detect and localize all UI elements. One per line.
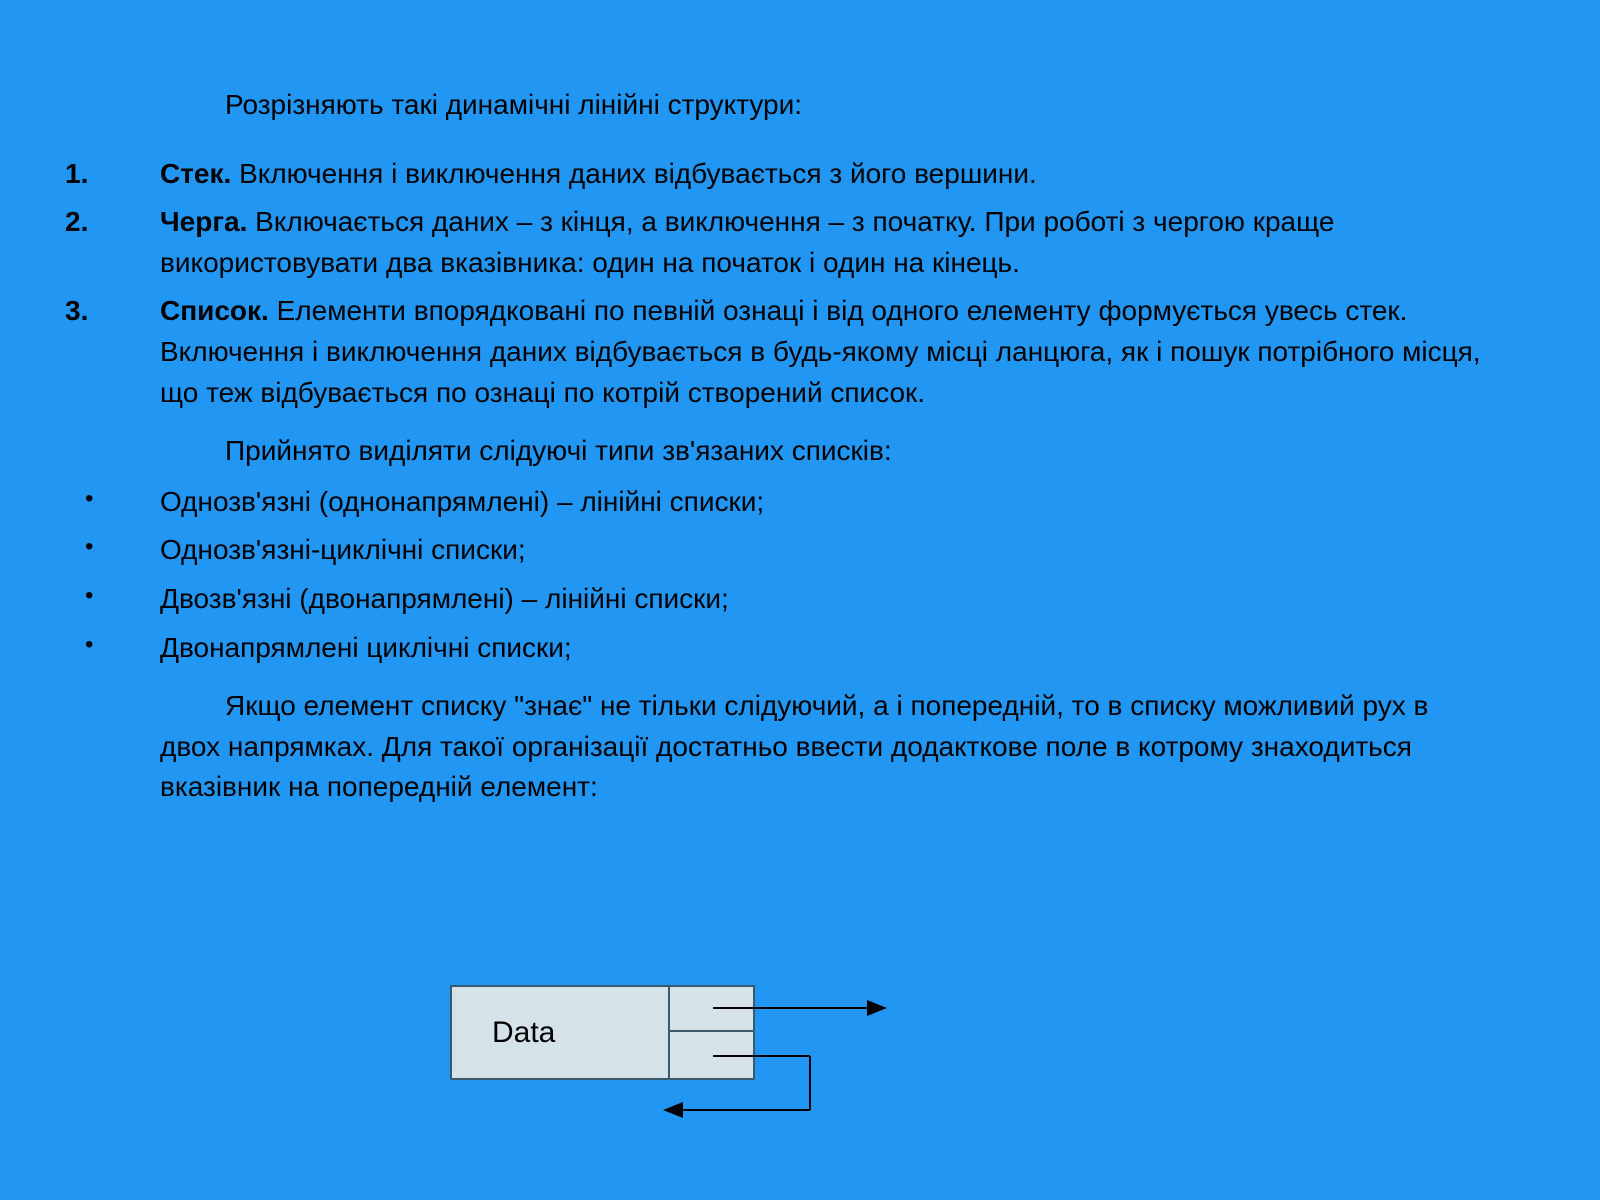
item-content: Стек. Включення і виключення даних відбу…: [160, 154, 1535, 195]
sub-intro-text: Прийнято виділяти слідуючі типи зв'язани…: [225, 431, 1535, 472]
bullet-content: Двозв'язні (двонапрямлені) – лінійні спи…: [160, 579, 1535, 620]
bullet-item: • Двозв'язні (двонапрямлені) – лінійні с…: [65, 579, 1535, 620]
item-title: Список.: [160, 295, 269, 326]
numbered-item-1: 1. Стек. Включення і виключення даних ві…: [65, 154, 1535, 195]
numbered-item-3: 3. Список. Елементи впорядковані по певн…: [65, 291, 1535, 413]
bullet-content: Двонапрямлені циклічні списки;: [160, 628, 1535, 669]
bullet-content: Однозв'язні-циклічні списки;: [160, 530, 1535, 571]
item-number: 2.: [65, 202, 160, 283]
bullet-marker: •: [65, 628, 160, 669]
item-content: Черга. Включається даних – з кінця, а ви…: [160, 202, 1535, 283]
item-title: Черга.: [160, 206, 247, 237]
item-text: Включення і виключення даних відбуваєтьс…: [231, 158, 1037, 189]
bullet-marker: •: [65, 579, 160, 620]
bullet-item: • Однозв'язні (однонапрямлені) – лінійні…: [65, 482, 1535, 523]
item-text: Включається даних – з кінця, а виключенн…: [160, 206, 1334, 278]
item-title: Стек.: [160, 158, 231, 189]
item-content: Список. Елементи впорядковані по певній …: [160, 291, 1535, 413]
item-text: Елементи впорядковані по певній ознаці і…: [160, 295, 1481, 407]
numbered-item-2: 2. Черга. Включається даних – з кінця, а…: [65, 202, 1535, 283]
bullet-marker: •: [65, 482, 160, 523]
intro-text: Розрізняють такі динамічні лінійні струк…: [225, 85, 1535, 126]
bullet-item: • Двонапрямлені циклічні списки;: [65, 628, 1535, 669]
bullet-content: Однозв'язні (однонапрямлені) – лінійні с…: [160, 482, 1535, 523]
item-number: 3.: [65, 291, 160, 413]
bullet-marker: •: [65, 530, 160, 571]
bullet-item: • Однозв'язні-циклічні списки;: [65, 530, 1535, 571]
node-diagram: Data: [450, 970, 1050, 1130]
closing-paragraph: Якщо елемент списку "знає" не тільки слі…: [160, 686, 1535, 808]
arrows-svg: [450, 970, 1050, 1130]
item-number: 1.: [65, 154, 160, 195]
